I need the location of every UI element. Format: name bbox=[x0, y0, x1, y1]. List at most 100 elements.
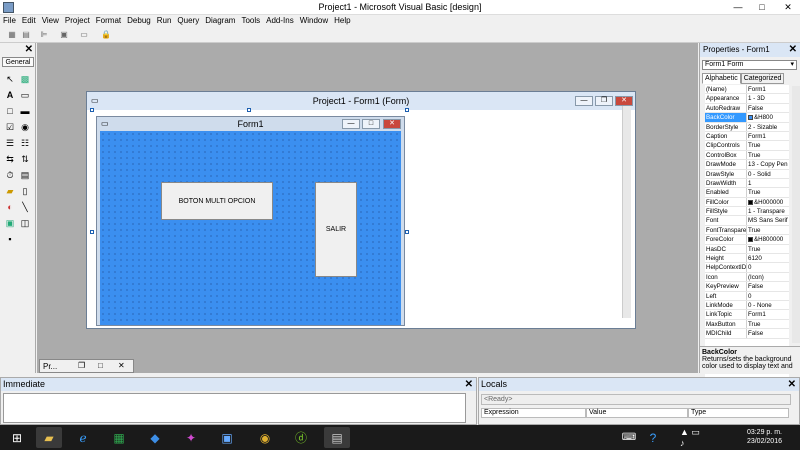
resize-handle[interactable] bbox=[90, 230, 94, 234]
internet-explorer-icon[interactable]: ℯ bbox=[70, 427, 96, 448]
form1[interactable]: ▭ Form1 — □ ✕ BOTON MULTI OPCION SALIR bbox=[96, 116, 405, 326]
menu-project[interactable]: Project bbox=[62, 15, 93, 27]
project-explorer-minimized[interactable]: Pr... ❐ □ ✕ bbox=[39, 359, 134, 373]
vscrollbar-icon[interactable]: ⇅ bbox=[19, 153, 31, 165]
menu-help[interactable]: Help bbox=[331, 15, 353, 27]
toolbox-close-icon[interactable]: ✕ bbox=[25, 44, 33, 55]
property-row[interactable]: BackColor &H800 bbox=[705, 113, 789, 123]
property-row[interactable]: AutoRedraw False bbox=[705, 103, 789, 114]
property-value[interactable]: False bbox=[747, 329, 789, 337]
tab-categorized[interactable]: Categorized bbox=[740, 73, 785, 84]
timer-icon[interactable]: ⏱ bbox=[4, 169, 16, 181]
property-row[interactable]: BorderStyle 2 - Sizable bbox=[705, 122, 789, 132]
maximize-icon[interactable]: □ bbox=[98, 361, 103, 370]
property-value[interactable]: &H800000 bbox=[747, 235, 789, 243]
optionbutton-icon[interactable]: ◉ bbox=[19, 121, 31, 133]
property-row[interactable]: HasDC True bbox=[705, 244, 789, 255]
property-value[interactable]: Form1 bbox=[747, 310, 789, 318]
property-row[interactable]: KeyPreview False bbox=[705, 282, 789, 292]
form1-close-button[interactable]: ✕ bbox=[383, 119, 401, 129]
order-icon[interactable]: ▣ bbox=[58, 29, 70, 41]
hscrollbar-icon[interactable]: ⇆ bbox=[4, 153, 16, 165]
menu-view[interactable]: View bbox=[39, 15, 62, 27]
property-row[interactable]: Caption Form1 bbox=[705, 131, 789, 142]
line-icon[interactable]: ╲ bbox=[19, 201, 31, 213]
property-value[interactable]: 0 - None bbox=[747, 301, 789, 309]
menu-format[interactable]: Format bbox=[93, 15, 124, 27]
property-row[interactable]: LinkTopic Form1 bbox=[705, 310, 789, 320]
column-type[interactable]: Type bbox=[688, 408, 789, 418]
align-icon[interactable]: ▦ bbox=[6, 29, 18, 41]
property-value[interactable]: 1 - Transpare bbox=[747, 207, 789, 215]
maximize-button[interactable]: □ bbox=[750, 0, 774, 15]
close-icon[interactable]: ✕ bbox=[118, 361, 125, 370]
form1-client-area[interactable]: BOTON MULTI OPCION SALIR bbox=[100, 131, 401, 325]
menu-add-ins[interactable]: Add-Ins bbox=[263, 15, 297, 27]
property-value[interactable]: False bbox=[747, 104, 789, 112]
resize-handle[interactable] bbox=[90, 108, 94, 112]
store-icon[interactable]: ▦ bbox=[106, 427, 132, 448]
properties-close-icon[interactable]: ✕ bbox=[789, 44, 797, 55]
property-value[interactable]: True bbox=[747, 320, 789, 328]
app-icon[interactable]: ✦ bbox=[178, 427, 204, 448]
checkbox-icon[interactable]: ☑ bbox=[4, 121, 16, 133]
property-value[interactable]: 13 - Copy Pen bbox=[747, 160, 789, 168]
property-value[interactable]: 6120 bbox=[747, 254, 789, 262]
designer-close-button[interactable]: ✕ bbox=[615, 96, 633, 106]
property-value[interactable]: True bbox=[747, 226, 789, 234]
lock-icon[interactable]: 🔒 bbox=[100, 29, 112, 41]
resize-handle[interactable] bbox=[405, 230, 409, 234]
textbox-icon[interactable]: ▭ bbox=[19, 89, 31, 101]
visual-basic-icon[interactable]: ▤ bbox=[324, 427, 350, 448]
menu-debug[interactable]: Debug bbox=[124, 15, 154, 27]
property-value[interactable]: True bbox=[747, 141, 789, 149]
image-icon[interactable]: ▣ bbox=[4, 217, 16, 229]
clock[interactable]: 03:29 p. m. 23/02/2016 bbox=[747, 428, 782, 446]
property-value[interactable]: &H000000 bbox=[747, 198, 789, 206]
menu-window[interactable]: Window bbox=[297, 15, 331, 27]
immediate-input[interactable] bbox=[3, 393, 466, 423]
property-row[interactable]: Enabled True bbox=[705, 188, 789, 198]
grid-icon[interactable]: ▭ bbox=[78, 29, 90, 41]
column-value[interactable]: Value bbox=[586, 408, 688, 418]
picturebox-icon[interactable]: ▩ bbox=[19, 73, 31, 85]
property-value[interactable]: True bbox=[747, 151, 789, 159]
center-icon[interactable]: ⊫ bbox=[38, 29, 50, 41]
property-row[interactable]: FillColor &H000000 bbox=[705, 197, 789, 208]
property-row[interactable]: HelpContextID 0 bbox=[705, 263, 789, 273]
dreamweaver-icon[interactable]: ⓓ bbox=[288, 427, 314, 448]
property-row[interactable]: MaxButton True bbox=[705, 319, 789, 330]
properties-scrollbar[interactable] bbox=[792, 86, 800, 343]
boton-multi-opcion-button[interactable]: BOTON MULTI OPCION bbox=[161, 182, 273, 220]
property-value[interactable]: (Icon) bbox=[747, 273, 789, 281]
designer-minimize-button[interactable]: — bbox=[575, 96, 593, 106]
listbox-icon[interactable]: ☷ bbox=[19, 137, 31, 149]
property-row[interactable]: ForeColor &H800000 bbox=[705, 235, 789, 245]
size-icon[interactable]: ▤ bbox=[20, 29, 32, 41]
column-expression[interactable]: Expression bbox=[481, 408, 586, 418]
form1-maximize-button[interactable]: □ bbox=[362, 119, 380, 129]
resize-handle[interactable] bbox=[405, 108, 409, 112]
property-row[interactable]: Height 6120 bbox=[705, 254, 789, 264]
property-value[interactable]: &H800 bbox=[747, 113, 789, 121]
frame-icon[interactable]: □ bbox=[4, 105, 16, 117]
menu-tools[interactable]: Tools bbox=[238, 15, 263, 27]
shape-icon[interactable]: ◐ bbox=[4, 201, 16, 213]
immediate-close-icon[interactable]: ✕ bbox=[465, 379, 473, 390]
commandbutton-icon[interactable]: ▬ bbox=[19, 105, 31, 117]
property-value[interactable]: 0 - Solid bbox=[747, 170, 789, 178]
property-value[interactable]: 0 bbox=[747, 263, 789, 271]
locals-close-icon[interactable]: ✕ bbox=[788, 379, 796, 390]
start-windows-icon[interactable]: ⊞ bbox=[4, 427, 30, 448]
filelistbox-icon[interactable]: ▯ bbox=[19, 185, 31, 197]
resize-handle[interactable] bbox=[247, 108, 251, 112]
menu-diagram[interactable]: Diagram bbox=[202, 15, 238, 27]
property-row[interactable]: FillStyle 1 - Transpare bbox=[705, 207, 789, 217]
label-icon[interactable]: A bbox=[4, 89, 16, 101]
property-value[interactable]: False bbox=[747, 282, 789, 290]
combobox-icon[interactable]: ☰ bbox=[4, 137, 16, 149]
salir-button[interactable]: SALIR bbox=[315, 182, 357, 277]
data-icon[interactable]: ◫ bbox=[19, 217, 31, 229]
dirlistbox-icon[interactable]: ▰ bbox=[4, 185, 16, 197]
property-value[interactable]: Form1 bbox=[747, 132, 789, 140]
